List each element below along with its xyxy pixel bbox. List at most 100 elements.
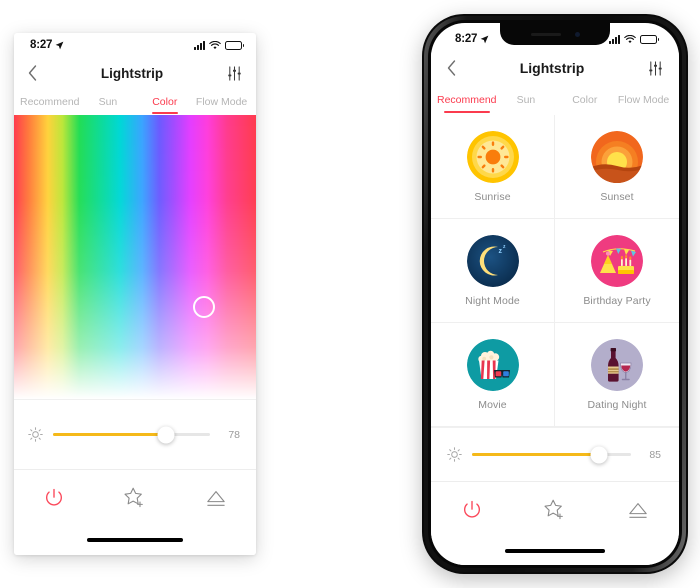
chevron-left-icon xyxy=(447,60,456,76)
brightness-slider-knob[interactable] xyxy=(590,446,608,463)
sliders-icon xyxy=(228,65,241,81)
brightness-row: 85 xyxy=(431,427,679,481)
phone-left-screen: 8:27 Lightstrip Recommend Sun Color Flow… xyxy=(14,33,256,555)
color-picker-handle-icon[interactable] xyxy=(193,296,215,318)
tab-label: Sun xyxy=(98,96,118,108)
home-indicator[interactable] xyxy=(87,538,183,542)
status-indicators xyxy=(194,40,244,50)
active-tab-underline xyxy=(151,112,178,114)
sunset-icon xyxy=(591,130,643,183)
sunrise-icon xyxy=(466,130,519,183)
front-camera-icon xyxy=(574,31,580,37)
status-time-group: 8:27 xyxy=(455,33,489,45)
phone-right-screen: 8:27 Lightstrip Recommend Sun Color Flow… xyxy=(431,23,679,565)
battery-icon xyxy=(640,34,659,44)
tab-flow-mode[interactable]: Flow Mode xyxy=(193,96,250,108)
brightness-sun-icon xyxy=(447,447,462,462)
power-button[interactable] xyxy=(14,487,95,509)
color-picker-canvas[interactable] xyxy=(14,115,256,399)
brightness-row: 78 xyxy=(14,399,256,469)
dating-night-icon xyxy=(591,338,643,391)
active-tab-underline xyxy=(443,111,490,113)
brightness-slider-fill xyxy=(53,433,167,436)
chevron-left-icon xyxy=(28,65,37,81)
scene-item-movie[interactable]: Movie xyxy=(431,323,555,427)
tab-label: Recommend xyxy=(20,96,80,108)
device-notch xyxy=(500,23,610,45)
movie-icon xyxy=(466,338,519,391)
status-time-group: 8:27 xyxy=(30,39,64,51)
tab-label: Flow Mode xyxy=(195,96,248,108)
location-arrow-icon xyxy=(55,41,64,49)
page-title: Lightstrip xyxy=(100,65,164,81)
eject-icon xyxy=(628,502,647,518)
settings-button[interactable] xyxy=(227,65,242,81)
wifi-icon xyxy=(624,34,636,43)
scene-item-sunrise[interactable]: Sunrise xyxy=(431,115,555,219)
settings-button[interactable] xyxy=(648,60,663,76)
tab-label: Flow Mode xyxy=(617,94,670,106)
earpiece-speaker-icon xyxy=(530,32,561,36)
scene-item-night-mode[interactable]: z z Night Mode xyxy=(431,219,555,323)
star-plus-icon xyxy=(544,499,563,519)
status-time: 8:27 xyxy=(30,39,53,51)
scene-label: Birthday Party xyxy=(583,294,651,307)
back-button[interactable] xyxy=(28,65,37,81)
status-indicators xyxy=(609,34,659,44)
birthday-party-icon xyxy=(591,234,643,287)
tab-recommend[interactable]: Recommend xyxy=(437,94,497,113)
scene-item-dating-night[interactable]: Dating Night xyxy=(555,323,679,427)
tab-label: Sun xyxy=(516,94,536,106)
brightness-slider-knob[interactable] xyxy=(157,426,175,443)
scene-label: Dating Night xyxy=(587,398,647,411)
tab-label: Color xyxy=(152,96,178,108)
back-button[interactable] xyxy=(447,60,456,76)
control-bar xyxy=(431,481,679,537)
power-icon xyxy=(46,488,63,506)
tab-label: Color xyxy=(572,94,598,106)
tab-sun[interactable]: Sun xyxy=(497,94,556,106)
favorite-button[interactable] xyxy=(514,498,597,522)
tab-recommend[interactable]: Recommend xyxy=(20,96,80,108)
home-indicator-area xyxy=(431,537,679,565)
eject-button[interactable] xyxy=(596,500,679,520)
tab-label: Recommend xyxy=(437,94,497,106)
tab-bar: Recommend Sun Color Flow Mode xyxy=(431,85,679,115)
scene-item-sunset[interactable]: Sunset xyxy=(555,115,679,219)
night-mode-icon: z z xyxy=(466,234,519,287)
eject-icon xyxy=(206,490,225,506)
power-button[interactable] xyxy=(431,499,514,521)
status-time: 8:27 xyxy=(455,33,478,45)
tab-color[interactable]: Color xyxy=(555,94,614,106)
brightness-sun-icon xyxy=(28,427,43,442)
home-indicator-area xyxy=(14,525,256,555)
battery-icon xyxy=(225,40,244,50)
status-bar: 8:27 xyxy=(14,33,256,57)
brightness-value: 78 xyxy=(228,428,240,441)
control-bar xyxy=(14,469,256,525)
nav-bar: Lightstrip xyxy=(431,51,679,85)
wifi-icon xyxy=(209,40,221,49)
favorite-button[interactable] xyxy=(95,486,176,510)
brightness-slider[interactable] xyxy=(53,426,210,443)
brightness-slider-fill xyxy=(472,453,600,456)
svg-text:z: z xyxy=(498,248,502,255)
brightness-value: 85 xyxy=(649,448,661,461)
power-icon xyxy=(464,500,481,518)
cellular-bars-icon xyxy=(609,34,620,44)
star-plus-icon xyxy=(124,487,143,507)
nav-bar: Lightstrip xyxy=(14,57,256,89)
scene-label: Sunrise xyxy=(474,190,511,203)
scene-label: Movie xyxy=(478,398,507,411)
eject-button[interactable] xyxy=(175,488,256,508)
home-indicator[interactable] xyxy=(505,548,605,554)
lightness-gradient-layer xyxy=(14,115,256,399)
scene-item-birthday-party[interactable]: Birthday Party xyxy=(555,219,679,323)
tab-color[interactable]: Color xyxy=(136,96,193,114)
brightness-slider[interactable] xyxy=(472,446,631,463)
scene-grid: Sunrise Sunset z z Night Mode Birthday P… xyxy=(431,115,679,427)
scene-label: Sunset xyxy=(600,190,634,203)
tab-sun[interactable]: Sun xyxy=(80,96,137,108)
page-title: Lightstrip xyxy=(519,60,585,76)
tab-flow-mode[interactable]: Flow Mode xyxy=(614,94,673,106)
